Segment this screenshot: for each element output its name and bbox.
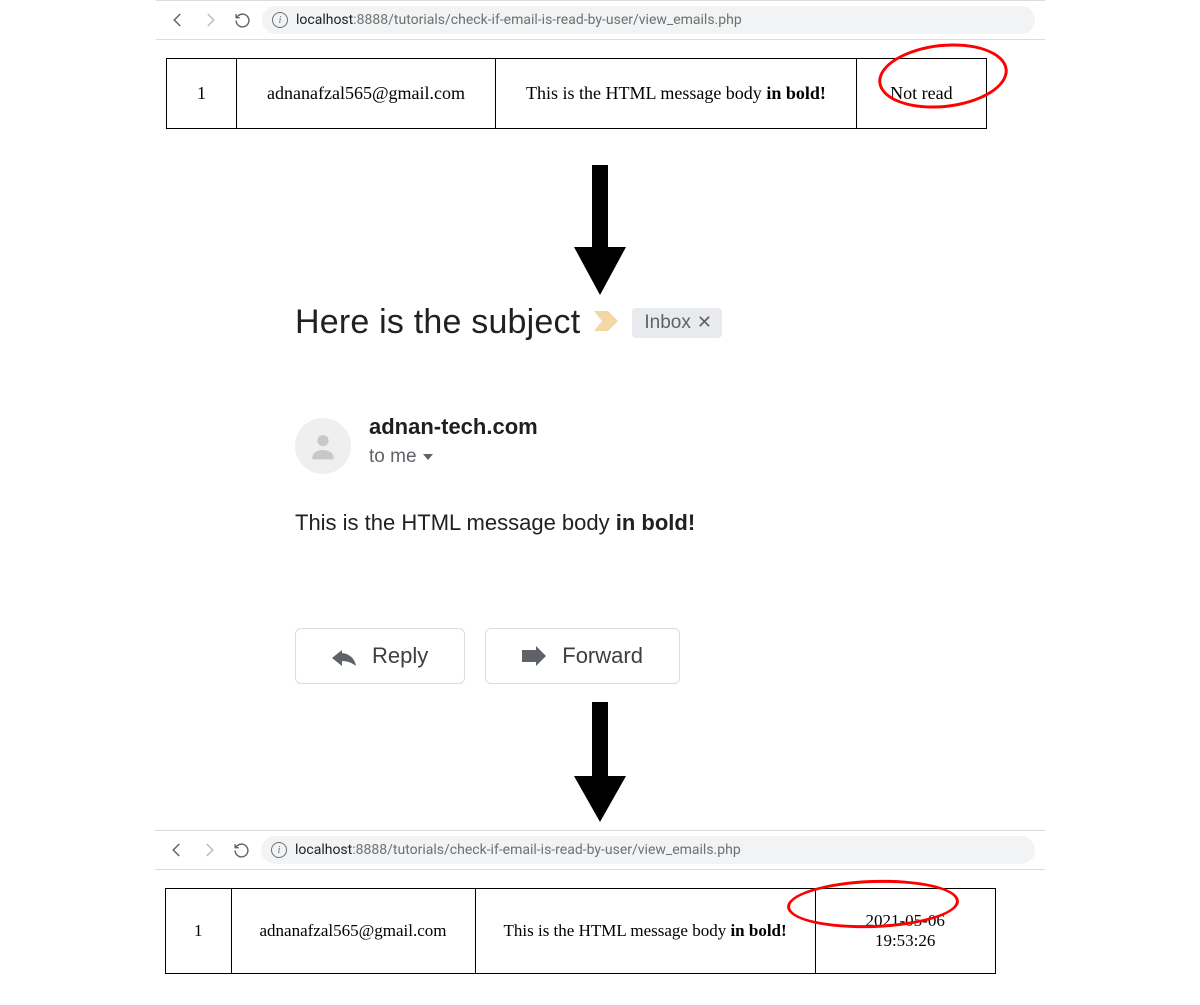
address-bar[interactable]: i localhost:8888/tutorials/check-if-emai…: [262, 6, 1035, 34]
browser-toolbar: i localhost:8888/tutorials/check-if-emai…: [156, 0, 1045, 40]
browser-toolbar-bottom: i localhost:8888/tutorials/check-if-emai…: [155, 830, 1045, 870]
inbox-label[interactable]: Inbox ✕: [632, 308, 722, 338]
top-browser-window: i localhost:8888/tutorials/check-if-emai…: [155, 0, 1045, 129]
to-line[interactable]: to me: [369, 446, 538, 468]
action-row: Reply Forward: [295, 628, 1120, 684]
cell-status: Not read: [856, 59, 986, 129]
forward-button[interactable]: Forward: [485, 628, 680, 684]
reload-icon[interactable]: [230, 8, 254, 32]
url-path: :8888/tutorials/check-if-email-is-read-b…: [353, 12, 741, 28]
site-info-icon[interactable]: i: [272, 12, 288, 28]
gmail-message-view: Here is the subject Inbox ✕ adnan-tech.c…: [115, 303, 1200, 684]
arrow-down-1: [0, 165, 1200, 295]
email-body: This is the HTML message body in bold!: [295, 510, 1120, 536]
table-row: 1 adnanafzal565@gmail.com This is the HT…: [167, 59, 987, 129]
bottom-browser-window: i localhost:8888/tutorials/check-if-emai…: [155, 830, 1045, 974]
forward-icon[interactable]: [197, 838, 221, 862]
subject-row: Here is the subject Inbox ✕: [295, 303, 1120, 342]
url-path: :8888/tutorials/check-if-email-is-read-b…: [352, 842, 740, 858]
url-host: localhost: [296, 12, 353, 28]
url-host: localhost: [295, 842, 352, 858]
page-content-bottom: 1 adnanafzal565@gmail.com This is the HT…: [155, 870, 1045, 974]
emails-table-top: 1 adnanafzal565@gmail.com This is the HT…: [166, 58, 987, 129]
cell-body: This is the HTML message body in bold!: [475, 889, 815, 974]
from-name: adnan-tech.com: [369, 414, 538, 440]
back-icon[interactable]: [165, 838, 189, 862]
cell-status: 2021-05-06 19:53:26: [815, 889, 995, 974]
cell-email: adnanafzal565@gmail.com: [237, 59, 496, 129]
back-icon[interactable]: [166, 8, 190, 32]
emails-table-bottom: 1 adnanafzal565@gmail.com This is the HT…: [165, 888, 996, 974]
subject-text: Here is the subject: [295, 303, 580, 342]
cell-id: 1: [167, 59, 237, 129]
close-icon[interactable]: ✕: [697, 312, 712, 333]
reply-button[interactable]: Reply: [295, 628, 465, 684]
importance-marker-icon[interactable]: [594, 311, 618, 335]
chevron-down-icon: [423, 454, 433, 460]
page-content-top: 1 adnanafzal565@gmail.com This is the HT…: [156, 40, 1045, 129]
cell-email: adnanafzal565@gmail.com: [231, 889, 475, 974]
avatar[interactable]: [295, 418, 351, 474]
site-info-icon[interactable]: i: [271, 842, 287, 858]
address-bar[interactable]: i localhost:8888/tutorials/check-if-emai…: [261, 836, 1035, 864]
forward-icon[interactable]: [198, 8, 222, 32]
arrow-down-2: [0, 702, 1200, 822]
reload-icon[interactable]: [229, 838, 253, 862]
cell-id: 1: [166, 889, 232, 974]
cell-body: This is the HTML message body in bold!: [496, 59, 857, 129]
table-row: 1 adnanafzal565@gmail.com This is the HT…: [166, 889, 996, 974]
inbox-label-text: Inbox: [644, 312, 690, 334]
from-row: adnan-tech.com to me: [295, 414, 1120, 474]
